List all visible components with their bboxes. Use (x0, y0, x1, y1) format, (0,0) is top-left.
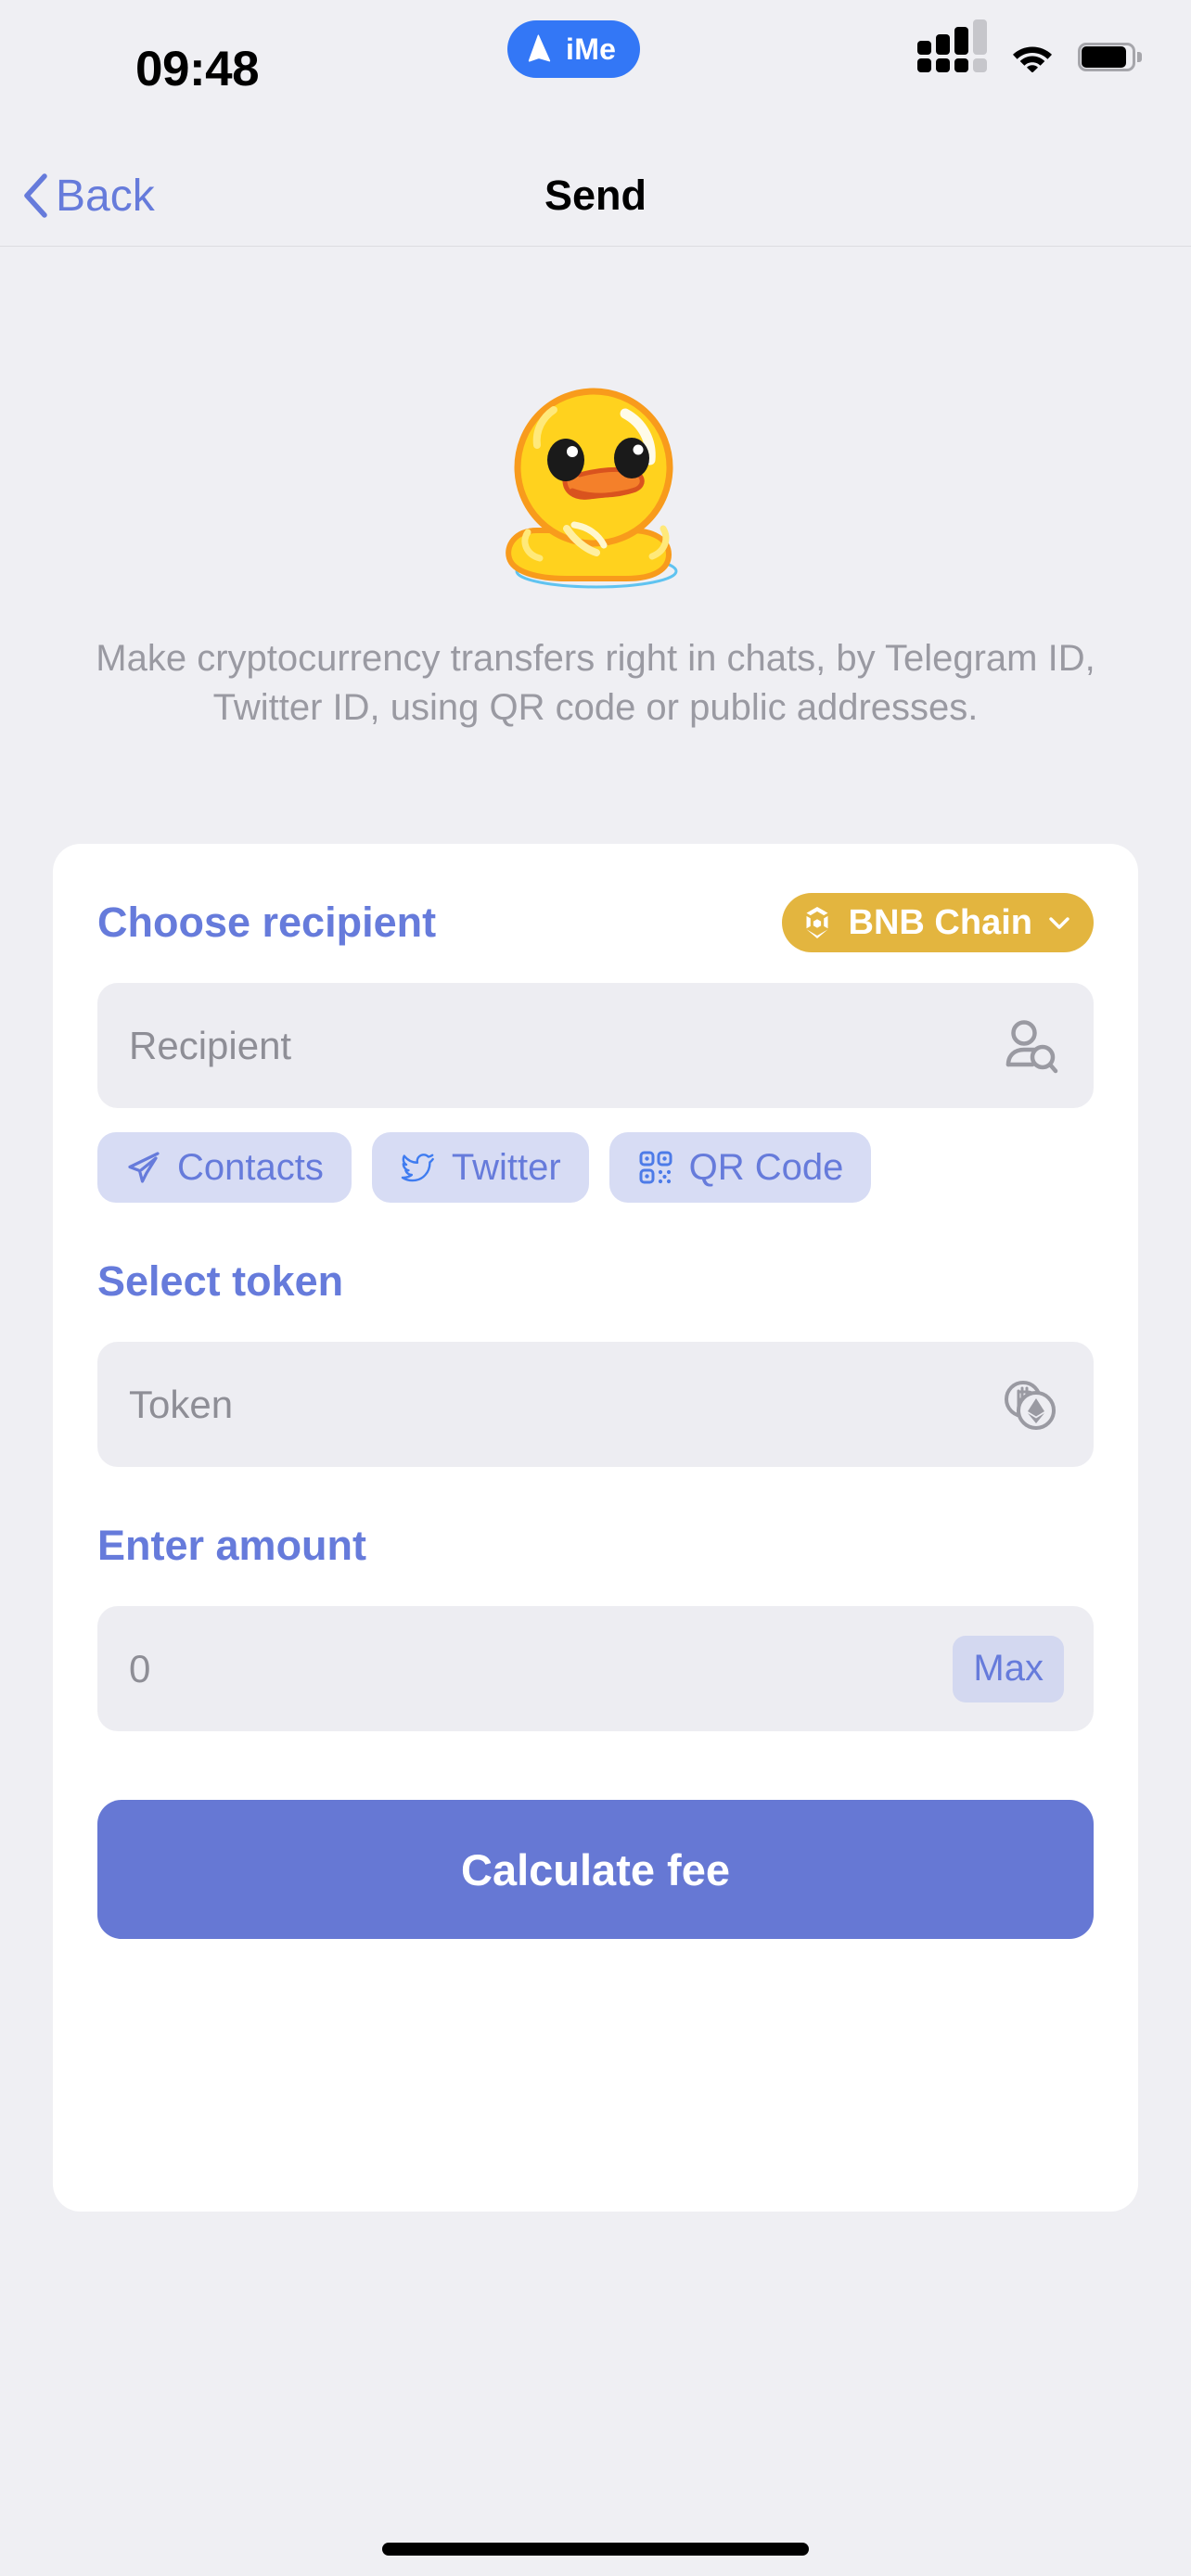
status-indicators (917, 41, 1135, 72)
person-search-icon[interactable] (999, 1016, 1058, 1076)
twitter-chip-label: Twitter (452, 1147, 561, 1189)
recipient-section-title: Choose recipient (97, 899, 436, 947)
recipient-source-chips: Contacts Twitter (97, 1132, 1094, 1203)
token-input[interactable]: Token (97, 1342, 1094, 1467)
ime-badge-label: iMe (566, 32, 616, 67)
token-input-placeholder: Token (129, 1383, 233, 1427)
ime-app-badge[interactable]: iMe (507, 20, 640, 78)
status-bar: 09:48 iMe (0, 0, 1191, 145)
amount-section-header: Enter amount (97, 1511, 1094, 1580)
recipient-input-placeholder: Recipient (129, 1024, 291, 1068)
navigation-bar: Back Send (0, 145, 1191, 247)
max-amount-button[interactable]: Max (953, 1636, 1064, 1702)
hero-section: Make cryptocurrency transfers right in c… (0, 247, 1191, 733)
battery-icon (1078, 43, 1135, 71)
qr-code-icon (637, 1149, 674, 1186)
paper-plane-icon (125, 1149, 162, 1186)
chevron-down-icon (1045, 909, 1073, 937)
token-section-header: Select token (97, 1247, 1094, 1316)
recipient-input[interactable]: Recipient (97, 983, 1094, 1108)
network-selector-button[interactable]: BNB Chain (782, 893, 1094, 952)
network-label: BNB Chain (849, 903, 1032, 943)
send-form-card: Choose recipient BNB Chain Recipient (53, 844, 1138, 2212)
home-indicator[interactable] (382, 2543, 809, 2556)
qr-code-chip-label: QR Code (689, 1147, 844, 1189)
amount-input[interactable]: 0 Max (97, 1606, 1094, 1731)
contacts-chip-label: Contacts (177, 1147, 324, 1189)
rubber-duck-illustration (470, 356, 721, 606)
phone-screen: 09:48 iMe (0, 0, 1191, 2576)
amount-section-title: Enter amount (97, 1522, 366, 1570)
wifi-icon (1011, 41, 1054, 72)
bnb-chain-logo-icon (799, 904, 836, 941)
cellular-signal-icon (917, 41, 987, 72)
qr-code-chip[interactable]: QR Code (609, 1132, 872, 1203)
duck-illustration-wrapper (0, 356, 1191, 606)
page-title: Send (0, 145, 1191, 247)
amount-input-placeholder: 0 (129, 1647, 150, 1691)
twitter-chip[interactable]: Twitter (372, 1132, 589, 1203)
crypto-coins-icon[interactable] (999, 1375, 1058, 1435)
paper-plane-icon (522, 32, 556, 66)
contacts-chip[interactable]: Contacts (97, 1132, 352, 1203)
recipient-section-header: Choose recipient BNB Chain (97, 888, 1094, 957)
twitter-bird-icon (400, 1149, 437, 1186)
status-time: 09:48 (135, 41, 259, 97)
hero-description: Make cryptocurrency transfers right in c… (0, 634, 1191, 733)
calculate-fee-button[interactable]: Calculate fee (97, 1800, 1094, 1939)
token-section-title: Select token (97, 1257, 343, 1306)
